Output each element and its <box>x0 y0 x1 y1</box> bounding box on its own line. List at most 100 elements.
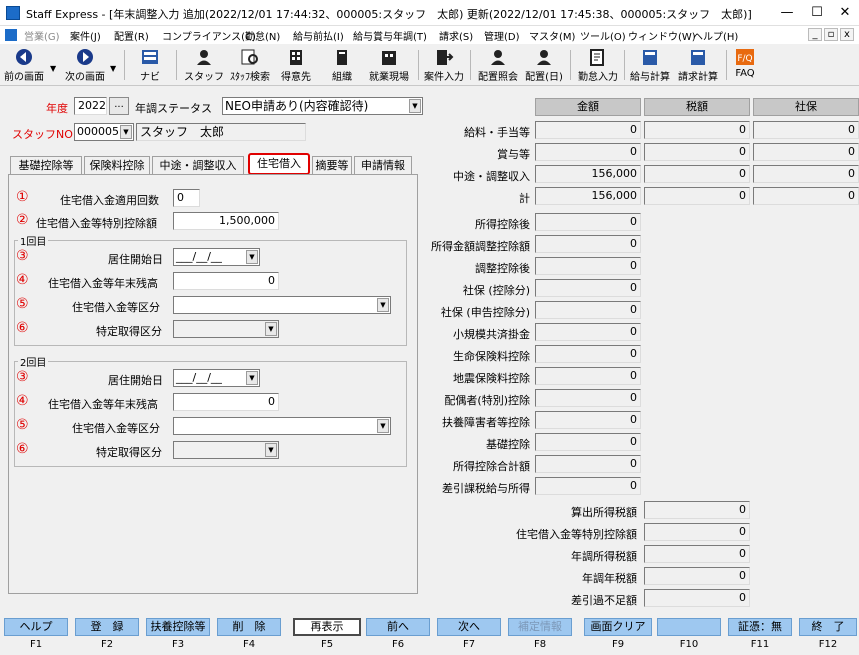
payroll-calc-button[interactable]: 給与計算 <box>626 45 674 85</box>
g2-acq-select[interactable]: ▼ <box>173 441 279 459</box>
voucher-button[interactable]: 証憑：無 <box>728 618 792 636</box>
year-input[interactable]: 2022 <box>74 97 107 115</box>
faq-button[interactable]: F/Q FAQ <box>728 45 762 85</box>
f5-key-label: F5 <box>320 639 334 650</box>
small-mutual-label: 小規模共済掛金 <box>453 328 530 341</box>
forward-button[interactable]: 次の画面 <box>60 45 110 85</box>
menu-window[interactable]: ウィンドウ(W) <box>628 28 696 43</box>
billing-calc-icon <box>691 50 705 65</box>
exit-button[interactable]: 終 了 <box>799 618 857 636</box>
g1-acq-select[interactable]: ▼ <box>173 320 279 338</box>
g1-type-select[interactable]: ▼ <box>173 296 391 314</box>
menu-payroll[interactable]: 給与賞与年調(T) <box>353 28 427 43</box>
after-adjustment-value: 0 <box>535 257 641 275</box>
help-button[interactable]: ヘルプ <box>4 618 68 636</box>
g2-acq-label: 特定取得区分 <box>96 446 162 459</box>
g1-start-date-picker[interactable]: ___/__/__ ▼ <box>173 248 260 266</box>
year-picker-button[interactable]: ... <box>109 97 129 115</box>
back-button[interactable]: 前の画面 <box>0 45 48 85</box>
next-button[interactable]: 次へ <box>437 618 501 636</box>
clear-screen-button[interactable]: 画面クリア <box>584 618 652 636</box>
project-entry-icon <box>437 50 454 65</box>
attendance-entry-button[interactable]: 勤怠入力 <box>574 45 622 85</box>
menu-project[interactable]: 案件(J) <box>70 28 101 43</box>
customer-button[interactable]: 得意先 <box>274 45 318 85</box>
dependent-deduction-button[interactable]: 扶養控除等 <box>146 618 210 636</box>
back-dropdown-icon[interactable]: ▼ <box>50 64 56 73</box>
menu-admin[interactable]: 管理(D) <box>484 28 520 43</box>
function-key-bar: ヘルプ 登 録 扶養控除等 削 除 再表示 前へ 次へ 補定情報 画面クリア 証… <box>0 618 859 655</box>
menu-attendance[interactable]: 勤怠(N) <box>245 28 280 43</box>
maximize-button[interactable]: ☐ <box>806 4 828 22</box>
menu-tools[interactable]: ツール(O) <box>580 28 626 43</box>
tab-insurance-deduction[interactable]: 保険料控除 <box>84 156 150 174</box>
salary-social: 0 <box>753 121 859 139</box>
forward-dropdown-icon[interactable]: ▼ <box>110 64 116 73</box>
assign-day-button[interactable]: 配置(日) <box>522 45 566 85</box>
social-deduct-label: 社保 (控除分) <box>462 284 530 297</box>
g2-balance-input[interactable]: 0 <box>173 393 279 411</box>
over-under-label: 差引過不足額 <box>571 594 637 607</box>
mdi-restore-button[interactable]: ▫ <box>824 28 838 41</box>
g2-type-label: 住宅借入金等区分 <box>72 422 160 435</box>
tab-midyear-income[interactable]: 中途・調整収入 <box>152 156 244 174</box>
status-value: NEO申請あり(内容確認待) <box>225 99 369 113</box>
menu-compliance[interactable]: コンプライアンス(C) <box>162 28 256 43</box>
staff-button[interactable]: スタッフ <box>182 45 226 85</box>
salary-label: 給料・手当等 <box>464 126 530 139</box>
delete-button[interactable]: 削 除 <box>217 618 281 636</box>
g2-type-select[interactable]: ▼ <box>173 417 391 435</box>
staff-search-button[interactable]: ｽﾀｯﾌ検索 <box>226 45 274 85</box>
project-entry-button[interactable]: 案件入力 <box>422 45 466 85</box>
billing-calc-button[interactable]: 請求計算 <box>674 45 722 85</box>
after-deduction-label: 所得控除後 <box>475 218 530 231</box>
staff-no-select[interactable]: 000005 ▼ <box>74 123 134 141</box>
g1-balance-input[interactable]: 0 <box>173 272 279 290</box>
assign-inquiry-button[interactable]: 配置照会 <box>474 45 522 85</box>
mdi-minimize-button[interactable]: _ <box>808 28 822 41</box>
minimize-button[interactable]: — <box>776 4 798 22</box>
navi-button[interactable]: ナビ <box>132 45 168 85</box>
organization-icon <box>337 50 347 65</box>
basic-deduction-value: 0 <box>535 433 641 451</box>
menu-bar: 営業(G) 案件(J) 配置(R) コンプライアンス(C) 勤怠(N) 給与前払… <box>0 26 859 44</box>
earthquake-value: 0 <box>535 367 641 385</box>
close-button[interactable]: ✕ <box>834 4 856 22</box>
menu-master[interactable]: マスタ(M) <box>529 28 575 43</box>
marker-3: ③ <box>16 369 29 385</box>
special-deduction-label: 住宅借入金等特別控除額 <box>36 217 157 230</box>
status-select[interactable]: NEO申請あり(内容確認待) ▼ <box>222 97 423 115</box>
tab-application[interactable]: 申請情報 <box>354 156 412 174</box>
f7-key-label: F7 <box>462 639 476 650</box>
previous-button[interactable]: 前へ <box>366 618 430 636</box>
menu-assign[interactable]: 配置(R) <box>114 28 149 43</box>
deduction-total-label: 所得控除合計額 <box>453 460 530 473</box>
f10-button[interactable] <box>657 618 721 636</box>
loan-count-input[interactable]: 0 <box>173 189 200 207</box>
building-icon <box>290 50 302 65</box>
menu-advance[interactable]: 給与前払(I) <box>293 28 344 43</box>
window-title: Staff Express - [年末調整入力 追加(2022/12/01 17… <box>26 8 752 21</box>
staff-icon <box>197 50 211 65</box>
bonus-label: 賞与等 <box>497 148 530 161</box>
tab-remarks[interactable]: 摘要等 <box>312 156 352 174</box>
assign-inquiry-icon <box>491 50 505 65</box>
menu-help[interactable]: ヘルプ(H) <box>693 28 738 43</box>
worksite-button[interactable]: 就業現場 <box>364 45 414 85</box>
redisplay-button[interactable]: 再表示 <box>293 618 361 636</box>
marker-4: ④ <box>16 272 29 288</box>
mdi-close-button[interactable]: x <box>840 28 854 41</box>
tab-housing-loan[interactable]: 住宅借入 <box>248 153 310 175</box>
organization-button[interactable]: 組織 <box>320 45 364 85</box>
menu-sales[interactable]: 営業(G) <box>24 28 60 43</box>
income-adjustment-value: 0 <box>535 235 641 253</box>
g2-start-date-label: 居住開始日 <box>108 374 163 387</box>
special-deduction-input[interactable]: 1,500,000 <box>173 212 279 230</box>
menu-billing[interactable]: 請求(S) <box>439 28 473 43</box>
register-button[interactable]: 登 録 <box>75 618 139 636</box>
spouse-value: 0 <box>535 389 641 407</box>
tab-basic-deduction[interactable]: 基礎控除等 <box>10 156 82 174</box>
basic-deduction-label: 基礎控除 <box>486 438 530 451</box>
g2-start-date-picker[interactable]: ___/__/__ ▼ <box>173 369 260 387</box>
supplement-info-button[interactable]: 補定情報 <box>508 618 572 636</box>
